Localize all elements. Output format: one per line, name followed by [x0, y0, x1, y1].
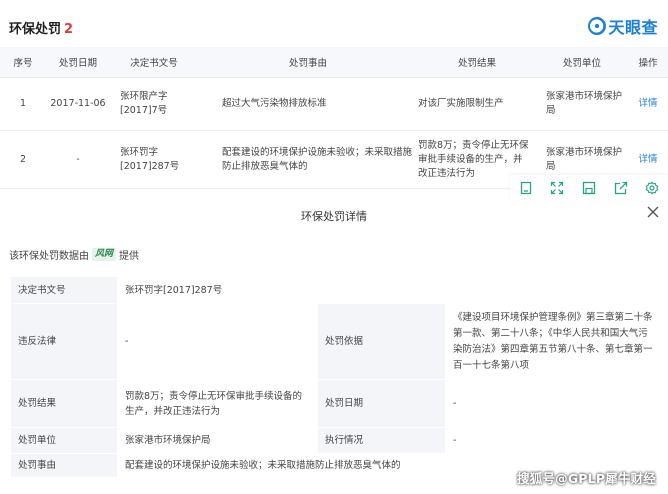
source-suffix: 提供 [119, 251, 140, 262]
col-header-date: 处罚日期 [46, 47, 110, 78]
copy-icon[interactable] [519, 181, 533, 195]
tianyancha-logo-icon [588, 17, 607, 35]
floating-toolbar [510, 175, 668, 201]
field-value-unit: 张家港市环境保护局 [117, 427, 318, 454]
field-label-exec: 执行情况 [317, 427, 446, 454]
detail-dialog-title: 环保处罚详情 [301, 210, 367, 223]
cell-date: 2017-11-06 [46, 77, 110, 131]
detail-row: 处罚单位 张家港市环境保护局 执行情况 - [10, 427, 665, 454]
data-source-note: 该环保处罚数据由 风网 提供 [9, 247, 139, 262]
watermark: 搜狐号@GPLP犀牛财经 [517, 471, 656, 486]
col-header-result: 处罚结果 [418, 47, 536, 78]
col-header-unit: 处罚单位 [536, 47, 628, 78]
field-label-date: 处罚日期 [317, 379, 446, 428]
cell-reason: 超过大气污染物排放标准 [198, 77, 418, 131]
field-label-law: 违反法律 [10, 303, 118, 380]
field-label-doc: 决定书文号 [10, 276, 118, 304]
field-label-reason: 处罚事由 [10, 453, 118, 478]
cell-doc: 张环罚字[2017]287号 [110, 130, 198, 189]
field-value-law: - [117, 303, 318, 380]
record-count-badge: 2 [64, 22, 74, 37]
field-value-basis: 《建设项目环境保护管理条例》第三章第二十条第一款、第二十八条；《中华人民共和国大… [444, 303, 665, 380]
field-label-basis: 处罚依据 [317, 303, 446, 380]
data-source-logo: 风网 [92, 248, 117, 261]
table-header-row: 序号 处罚日期 决定书文号 处罚事由 处罚结果 处罚单位 操作 [0, 47, 668, 78]
field-label-unit: 处罚单位 [10, 427, 118, 454]
col-header-no: 序号 [0, 47, 46, 78]
field-value-exec: - [444, 427, 665, 454]
field-value-result: 罚款8万；责令停止无环保审批手续设备的生产，并改正违法行为 [117, 379, 318, 428]
col-header-reason: 处罚事由 [198, 47, 418, 78]
save-icon[interactable] [582, 181, 596, 195]
field-value-date: - [444, 379, 665, 428]
brand-logo: 天眼查 [588, 14, 658, 38]
source-prefix: 该环保处罚数据由 [9, 251, 89, 262]
section-title-text: 环保处罚 [9, 22, 62, 37]
cell-unit: 张家港市环境保护局 [536, 77, 628, 131]
field-value-doc: 张环罚字[2017]287号 [116, 276, 665, 304]
field-label-result: 处罚结果 [10, 379, 118, 428]
settings-icon[interactable] [645, 181, 659, 195]
detail-row: 处罚结果 罚款8万；责令停止无环保审批手续设备的生产，并改正违法行为 处罚日期 … [10, 379, 665, 428]
col-header-doc: 决定书文号 [110, 47, 198, 78]
cell-date: - [46, 130, 110, 189]
close-icon[interactable] [646, 205, 660, 219]
detail-link[interactable]: 详情 [638, 154, 657, 165]
penalty-table: 序号 处罚日期 决定书文号 处罚事由 处罚结果 处罚单位 操作 1 2017-1… [0, 47, 668, 189]
section-title: 环保处罚 2 [9, 18, 73, 37]
cell-reason: 配套建设的环境保护设施未验收；未采取措施防止排放恶臭气体的 [198, 130, 418, 189]
detail-row: 违反法律 - 处罚依据 《建设项目环境保护管理条例》第三章第二十条第一款、第二十… [10, 303, 665, 380]
table-row: 1 2017-11-06 张环限产字[2017]7号 超过大气污染物排放标准 对… [0, 77, 668, 131]
brand-name: 天眼查 [608, 18, 658, 37]
fullscreen-icon[interactable] [550, 181, 564, 195]
detail-row: 决定书文号 张环罚字[2017]287号 [10, 276, 665, 304]
detail-link[interactable]: 详情 [638, 98, 657, 109]
detail-table: 决定书文号 张环罚字[2017]287号 违反法律 - 处罚依据 《建设项目环境… [10, 276, 665, 478]
cell-no: 1 [0, 77, 46, 131]
share-icon[interactable] [614, 181, 628, 195]
col-header-action: 操作 [628, 47, 668, 78]
cell-doc: 张环限产字[2017]7号 [110, 77, 198, 131]
cell-no: 2 [0, 130, 46, 189]
cell-result: 对该厂实施限制生产 [418, 77, 536, 131]
